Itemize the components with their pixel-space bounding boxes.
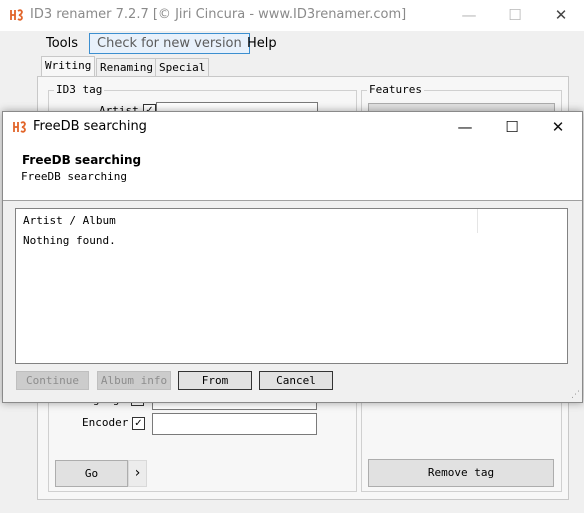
minimize-button[interactable]: —	[446, 0, 492, 31]
go-button[interactable]: Go	[55, 460, 128, 487]
dialog-header: FreeDB searching FreeDB searching	[3, 142, 582, 201]
album-info-button[interactable]: Album info	[97, 371, 171, 390]
dialog-minimize-button[interactable]: —	[442, 112, 488, 142]
column-divider[interactable]	[477, 209, 478, 233]
freedb-dialog: FreeDB searching — ☐ ✕ FreeDB searching …	[2, 111, 583, 403]
dialog-title: FreeDB searching	[33, 119, 147, 134]
window-title: ID3 renamer 7.2.7 [© Jiri Cincura - www.…	[30, 7, 407, 22]
main-titlebar: ID3 renamer 7.2.7 [© Jiri Cincura - www.…	[0, 0, 584, 31]
go-options-arrow-button[interactable]: ›	[128, 460, 147, 487]
dialog-maximize-button[interactable]: ☐	[489, 112, 535, 142]
encoder-checkbox[interactable]: ✓	[132, 417, 145, 430]
results-list[interactable]: Artist / Album Nothing found.	[15, 208, 568, 364]
encoder-input[interactable]	[152, 413, 317, 435]
cancel-button[interactable]: Cancel	[259, 371, 333, 390]
close-button[interactable]: ✕	[538, 0, 584, 31]
tab-writing[interactable]: Writing	[41, 56, 96, 78]
id3-tag-group-label: ID3 tag	[54, 83, 105, 96]
features-group-label: Features	[367, 83, 424, 96]
column-header-artist-album[interactable]: Artist / Album	[23, 214, 116, 227]
app-icon	[13, 121, 27, 133]
dialog-heading: FreeDB searching	[22, 153, 142, 167]
continue-button[interactable]: Continue	[16, 371, 89, 390]
tab-renaming[interactable]: Renaming	[96, 58, 157, 77]
dialog-close-button[interactable]: ✕	[535, 112, 581, 142]
dialog-subheading: FreeDB searching	[21, 170, 127, 183]
encoder-label: Encoder	[82, 416, 129, 429]
app-icon	[10, 9, 24, 21]
menu-tools[interactable]: Tools	[40, 34, 84, 53]
remove-tag-button[interactable]: Remove tag	[368, 459, 554, 487]
menu-help[interactable]: Help	[241, 34, 283, 53]
from-button[interactable]: From	[178, 371, 252, 390]
dialog-titlebar: FreeDB searching — ☐ ✕	[3, 112, 582, 142]
tab-special[interactable]: Special	[155, 58, 210, 77]
list-item: Nothing found.	[23, 234, 116, 247]
resize-grip[interactable]: ⋰	[571, 390, 580, 400]
menu-check-for-new-version[interactable]: Check for new version	[89, 33, 250, 54]
maximize-button[interactable]: ☐	[492, 0, 538, 31]
